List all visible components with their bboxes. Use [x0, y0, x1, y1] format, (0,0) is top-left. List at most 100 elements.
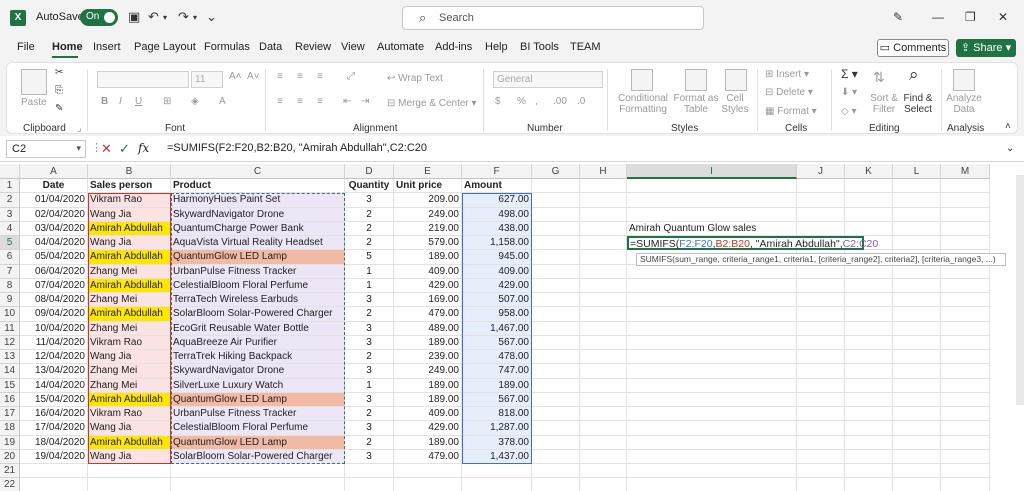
cell-l8[interactable]	[893, 278, 941, 293]
merge-center-button[interactable]: ⊟ Merge & Center ▾	[387, 98, 477, 109]
sort-filter-icon[interactable]: ⇅	[873, 69, 885, 86]
row-header-13[interactable]: 13	[0, 350, 20, 365]
tab-add-ins[interactable]: Add-ins	[435, 41, 472, 53]
bold-icon[interactable]: B	[101, 96, 108, 107]
align-top-icon[interactable]: ≡	[277, 71, 283, 82]
redo-icon[interactable]: ↷	[178, 9, 189, 25]
cell-m5[interactable]	[941, 236, 990, 251]
cell-m11[interactable]	[941, 321, 990, 336]
table-cell-unit-price[interactable]: 479.00	[394, 449, 462, 464]
format-cells-button[interactable]: ▦ Format ▾	[765, 106, 817, 117]
row-header-10[interactable]: 10	[0, 307, 20, 322]
analyze-data-icon[interactable]	[953, 69, 975, 91]
table-cell-unit-price[interactable]: 579.00	[394, 236, 462, 251]
cell-l13[interactable]	[893, 350, 941, 365]
cell-j1[interactable]	[797, 179, 845, 194]
align-right-icon[interactable]: ≡	[317, 96, 323, 107]
row-header-6[interactable]: 6	[0, 250, 20, 265]
cell-g13[interactable]	[532, 350, 580, 365]
cell-k9[interactable]	[845, 293, 893, 308]
column-header-f[interactable]: F	[462, 164, 532, 179]
conditional-formatting-icon[interactable]	[631, 69, 653, 91]
copilot-pen-icon[interactable]: ✎	[893, 10, 903, 24]
row-header-1[interactable]: 1	[0, 179, 20, 194]
table-cell-date[interactable]: 10/04/2020	[20, 321, 88, 336]
cell-l4[interactable]	[893, 221, 941, 236]
increase-decimal-icon[interactable]: .00	[553, 96, 567, 107]
tab-formulas[interactable]: Formulas	[204, 41, 250, 53]
cell-i2[interactable]	[627, 193, 797, 208]
table-cell-amount[interactable]: 958.00	[462, 307, 532, 322]
row-header-22[interactable]: 22	[0, 478, 20, 491]
cell-g12[interactable]	[532, 335, 580, 350]
table-cell-sales-person[interactable]: Wang Jia	[88, 207, 171, 222]
cell-m2[interactable]	[941, 193, 990, 208]
active-cell-formula-editor[interactable]: =SUMIFS(F2:F20,B2:B20, "Amirah Abdullah"…	[627, 236, 878, 251]
collapse-ribbon-icon[interactable]: ˄	[1005, 121, 1011, 132]
align-middle-icon[interactable]: ≡	[297, 71, 303, 82]
table-cell-amount[interactable]: 1,437.00	[462, 449, 532, 464]
row-header-9[interactable]: 9	[0, 293, 20, 308]
cell-i12[interactable]	[627, 335, 797, 350]
cell-e22[interactable]	[394, 478, 462, 491]
column-header-e[interactable]: E	[394, 164, 462, 179]
undo-dropdown-icon[interactable]: ▾	[163, 13, 167, 22]
cell-h11[interactable]	[580, 321, 627, 336]
row-header-15[interactable]: 15	[0, 378, 20, 393]
column-header-j[interactable]: J	[797, 164, 845, 179]
tab-view[interactable]: View	[341, 41, 365, 53]
cell-k8[interactable]	[845, 278, 893, 293]
cell-g10[interactable]	[532, 307, 580, 322]
table-cell-date[interactable]: 01/04/2020	[20, 193, 88, 208]
table-cell-unit-price[interactable]: 219.00	[394, 221, 462, 236]
table-cell-amount[interactable]: 478.00	[462, 350, 532, 365]
fill-icon[interactable]: ⬇ ▾	[841, 87, 857, 98]
cell-l17[interactable]	[893, 407, 941, 422]
font-size-select[interactable]: 11	[191, 71, 223, 88]
cell-a21[interactable]	[20, 464, 88, 479]
table-cell-date[interactable]: 02/04/2020	[20, 207, 88, 222]
comma-style-icon[interactable]: ,	[535, 96, 538, 107]
column-header-g[interactable]: G	[532, 164, 580, 179]
clear-icon[interactable]: ◇ ▾	[841, 106, 857, 117]
cell-d21[interactable]	[345, 464, 394, 479]
formula-input[interactable]: =SUMIFS(F2:F20,B2:B20, "Amirah Abdullah"…	[162, 140, 1018, 158]
cell-m21[interactable]	[941, 464, 990, 479]
cell-g17[interactable]	[532, 407, 580, 422]
table-cell-quantity[interactable]: 2	[345, 221, 394, 236]
cell-l16[interactable]	[893, 392, 941, 407]
insert-function-icon[interactable]: fx	[138, 141, 149, 155]
amirah-quantum-glow-label[interactable]: Amirah Quantum Glow sales	[627, 222, 797, 236]
cell-h12[interactable]	[580, 335, 627, 350]
cell-l3[interactable]	[893, 207, 941, 222]
table-cell-product[interactable]: SilverLuxe Luxury Watch	[171, 378, 345, 393]
table-cell-product[interactable]: SolarBloom Solar-Powered Charger	[171, 307, 345, 322]
column-header-k[interactable]: K	[845, 164, 893, 179]
cell-styles-label[interactable]: Cell Styles	[717, 93, 753, 115]
close-icon[interactable]: ✕	[998, 10, 1008, 24]
cell-k16[interactable]	[845, 392, 893, 407]
cell-i20[interactable]	[627, 449, 797, 464]
table-cell-product[interactable]: TerraTech Wireless Earbuds	[171, 293, 345, 308]
cell-b21[interactable]	[88, 464, 171, 479]
cell-g8[interactable]	[532, 278, 580, 293]
table-cell-date[interactable]: 12/04/2020	[20, 350, 88, 365]
table-cell-date[interactable]: 05/04/2020	[20, 250, 88, 265]
cell-h21[interactable]	[580, 464, 627, 479]
table-cell-unit-price[interactable]: 189.00	[394, 335, 462, 350]
header-sales-person[interactable]: Sales person	[88, 179, 171, 194]
cell-m20[interactable]	[941, 449, 990, 464]
cell-m14[interactable]	[941, 364, 990, 379]
cell-k4[interactable]	[845, 221, 893, 236]
table-cell-product[interactable]: AquaVista Virtual Reality Headset	[171, 236, 345, 251]
table-cell-unit-price[interactable]: 429.00	[394, 278, 462, 293]
table-cell-sales-person[interactable]: Zhang Mei	[88, 264, 171, 279]
find-select-icon[interactable]: ⌕	[909, 65, 919, 85]
cell-m17[interactable]	[941, 407, 990, 422]
table-cell-amount[interactable]: 567.00	[462, 335, 532, 350]
cell-i22[interactable]	[627, 478, 797, 491]
table-cell-unit-price[interactable]: 189.00	[394, 250, 462, 265]
cell-j7[interactable]	[797, 264, 845, 279]
table-cell-date[interactable]: 19/04/2020	[20, 449, 88, 464]
customize-toolbar-icon[interactable]: ⌄	[206, 9, 217, 25]
